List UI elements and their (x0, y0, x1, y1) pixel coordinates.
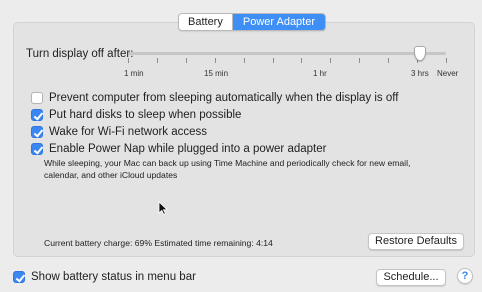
time-remaining: Estimated time remaining: 4:14 (154, 238, 273, 248)
option-label: Prevent computer from sleeping automatic… (49, 92, 399, 104)
display-sleep-label: Turn display off after: (26, 48, 134, 60)
option-wake-wifi[interactable]: Wake for Wi-Fi network access (31, 126, 207, 138)
battery-charge: Current battery charge: 69% (44, 238, 152, 248)
segmented-tabs: Battery Power Adapter (178, 13, 327, 31)
schedule-button[interactable]: Schedule... (376, 269, 446, 286)
option-power-nap[interactable]: Enable Power Nap while plugged into a po… (31, 143, 326, 155)
option-label: Wake for Wi-Fi network access (49, 126, 208, 138)
slider-tick (186, 58, 187, 63)
slider-tick (301, 58, 302, 63)
slider-tick (244, 58, 245, 63)
option-label: Put hard disks to sleep when possible (49, 109, 242, 121)
display-sleep-slider-track[interactable] (128, 52, 446, 55)
checkbox-show-battery-status[interactable] (13, 271, 25, 283)
arrow-cursor-icon (158, 201, 168, 215)
slider-tick (388, 58, 389, 63)
tab-power-adapter[interactable]: Power Adapter (231, 14, 326, 30)
slider-tick (359, 58, 360, 63)
restore-defaults-button[interactable]: Restore Defaults (368, 233, 464, 250)
slider-tick (128, 58, 129, 63)
help-button[interactable]: ? (457, 268, 473, 284)
tab-battery[interactable]: Battery (179, 14, 232, 30)
option-prevent-sleep[interactable]: Prevent computer from sleeping automatic… (31, 92, 398, 104)
power-nap-description: While sleeping, your Mac can back up usi… (44, 158, 411, 180)
slider-ticks (128, 58, 448, 66)
option-label: Enable Power Nap while plugged into a po… (49, 143, 327, 155)
slider-tick (273, 58, 274, 63)
checkbox-prevent-sleep[interactable] (31, 92, 43, 104)
option-label: Show battery status in menu bar (31, 271, 196, 283)
battery-status-line: Current battery charge: 69% Estimated ti… (44, 238, 273, 248)
checkbox-disk-sleep[interactable] (31, 109, 43, 121)
slider-tick (215, 58, 216, 63)
tick-label-1hr: 1 hr (313, 69, 327, 78)
checkbox-power-nap[interactable] (31, 143, 43, 155)
tick-label-15min: 15 min (204, 69, 229, 78)
checkbox-wake-wifi[interactable] (31, 126, 43, 138)
tick-label-3hrs: 3 hrs (411, 69, 429, 78)
tick-label-never: Never (437, 69, 459, 78)
slider-tick (330, 58, 331, 63)
tick-label-1min: 1 min (124, 69, 144, 78)
option-disk-sleep[interactable]: Put hard disks to sleep when possible (31, 109, 241, 121)
slider-tick (157, 58, 158, 63)
option-show-battery-status[interactable]: Show battery status in menu bar (13, 271, 196, 283)
slider-tick (446, 58, 447, 63)
